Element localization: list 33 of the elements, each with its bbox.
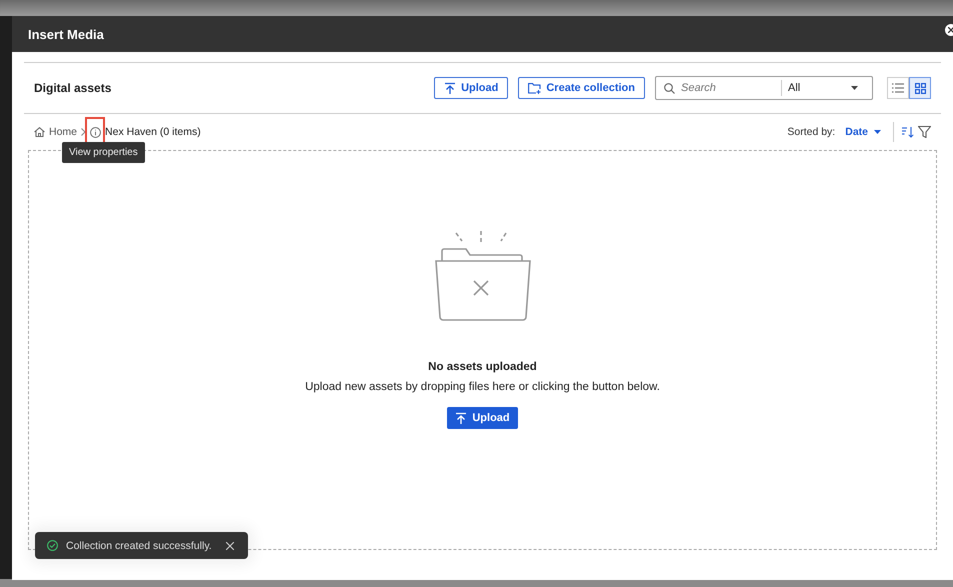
grid-icon	[914, 82, 926, 94]
filter-dropdown[interactable]: All	[781, 80, 872, 96]
caret-icon	[851, 86, 858, 90]
toast-message: Collection created successfully.	[66, 540, 212, 552]
list-icon	[892, 83, 904, 93]
info-icon[interactable]	[90, 126, 102, 138]
collection-name: Nex Haven (0 items)	[105, 126, 201, 138]
upload-icon	[455, 412, 468, 424]
chevron-icon	[81, 128, 86, 136]
empty-title: No assets uploaded	[428, 361, 537, 373]
home-icon	[34, 127, 45, 137]
upload-icon	[444, 82, 456, 94]
section-title: Digital assets	[34, 81, 112, 95]
filter-icon[interactable]	[918, 126, 931, 138]
sort-label: Sorted by:	[787, 126, 836, 138]
search-field[interactable]: Search All	[655, 76, 873, 100]
sort-order-icon[interactable]	[902, 126, 914, 138]
check-circle-icon	[47, 540, 58, 551]
folder-plus-icon	[528, 82, 542, 94]
upload-button[interactable]: Upload	[447, 407, 518, 429]
create-collection-button[interactable]: Create collection	[518, 77, 645, 99]
tooltip: View properties	[62, 142, 145, 163]
list-view-button[interactable]	[887, 77, 909, 99]
close-icon	[948, 27, 953, 33]
upload-button[interactable]: Upload	[434, 77, 508, 99]
dialog-title: Insert Media	[28, 26, 104, 42]
caret-icon	[874, 130, 881, 134]
grid-view-button[interactable]	[909, 77, 931, 99]
home-link[interactable]: Home	[34, 126, 78, 138]
close-icon	[226, 542, 234, 550]
sort-dropdown[interactable]: Date	[845, 126, 881, 138]
empty-message: Upload new assets by dropping files here or clicking the button below.	[305, 381, 660, 393]
search-icon	[664, 82, 675, 94]
